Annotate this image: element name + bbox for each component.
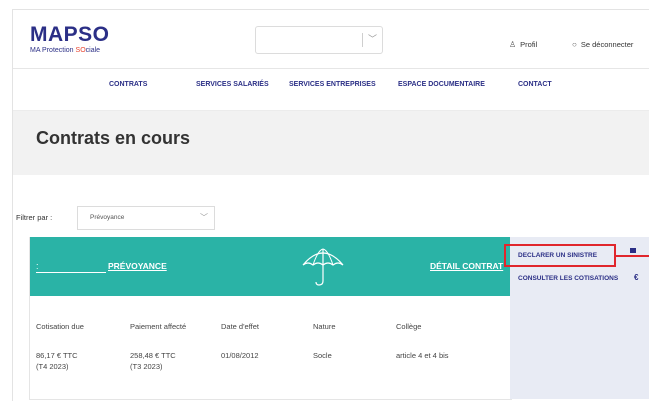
contract-name-link[interactable]: PRÉVOYANCE bbox=[108, 261, 167, 271]
column-header-paiement: Paiement affecté bbox=[130, 322, 187, 331]
annotation-arrow bbox=[616, 255, 649, 257]
column-header-cotisation: Cotisation due bbox=[36, 322, 84, 331]
page-title: Contrats en cours bbox=[36, 128, 191, 148]
contract-number-prefix: : bbox=[36, 261, 39, 271]
umbrella-icon bbox=[302, 248, 344, 286]
header: MAPSO MA Protection SOciale ﹀ ♙ Profil ○ S… bbox=[13, 10, 649, 69]
search-select[interactable]: ﹀ bbox=[255, 26, 383, 54]
filter-select[interactable]: Prévoyance ﹀ bbox=[77, 206, 215, 230]
consulter-cotisations-button[interactable]: CONSULTER LES COTISATIONS € bbox=[510, 267, 649, 289]
nav-item-services-entreprises[interactable]: SERVICES ENTREPRISES bbox=[289, 81, 376, 88]
cell-date-effet: 01/08/2012 bbox=[221, 351, 259, 360]
chevron-down-icon: ﹀ bbox=[200, 213, 208, 222]
app-frame: MAPSO MA Protection SOciale ﹀ ♙ Profil ○ S… bbox=[12, 9, 649, 401]
chevron-down-icon: ﹀ bbox=[368, 34, 378, 44]
cell-paiement: 258,48 € TTC (T3 2023) bbox=[130, 351, 176, 371]
filter-value: Prévoyance bbox=[90, 214, 125, 221]
nav-item-contrats[interactable]: CONTRATS bbox=[109, 81, 147, 88]
column-header-nature: Nature bbox=[313, 322, 336, 331]
nav-item-contact[interactable]: CONTACT bbox=[518, 81, 552, 88]
logo-tagline: MA Protection SOciale bbox=[30, 47, 101, 54]
column-header-date-effet: Date d'effet bbox=[221, 322, 259, 331]
contract-card-header: : PRÉVOYANCE DÉTAIL CONTRAT bbox=[30, 237, 512, 296]
user-icon: ♙ bbox=[509, 40, 517, 49]
nav-item-services-salaries[interactable]: SERVICES SALARIÉS bbox=[196, 81, 269, 88]
title-band: Contrats en cours bbox=[13, 111, 649, 175]
filter-label: Filtrer par : bbox=[16, 213, 53, 222]
cell-nature: Socle bbox=[313, 351, 332, 360]
detail-contract-link[interactable]: DÉTAIL CONTRAT bbox=[430, 261, 503, 271]
cell-cotisation: 86,17 € TTC (T4 2023) bbox=[36, 351, 78, 371]
flag-icon bbox=[630, 248, 636, 253]
logout-link[interactable]: ○ Se déconnecter bbox=[572, 40, 633, 49]
nav-item-espace-documentaire[interactable]: ESPACE DOCUMENTAIRE bbox=[398, 81, 485, 88]
column-header-college: Collège bbox=[396, 322, 422, 331]
contract-card: : PRÉVOYANCE DÉTAIL CONTRAT Cotisation d… bbox=[29, 237, 512, 400]
highlight-box bbox=[504, 244, 616, 267]
main-nav: CONTRATS SERVICES SALARIÉS SERVICES ENTR… bbox=[13, 69, 649, 111]
logout-icon: ○ bbox=[572, 40, 577, 49]
euro-icon: € bbox=[634, 273, 639, 282]
select-divider bbox=[362, 33, 363, 47]
cell-college: article 4 et 4 bis bbox=[396, 351, 449, 360]
profil-link[interactable]: ♙ Profil bbox=[509, 40, 537, 49]
logo[interactable]: MAPSO bbox=[30, 23, 110, 47]
contract-number-underline bbox=[36, 272, 106, 273]
